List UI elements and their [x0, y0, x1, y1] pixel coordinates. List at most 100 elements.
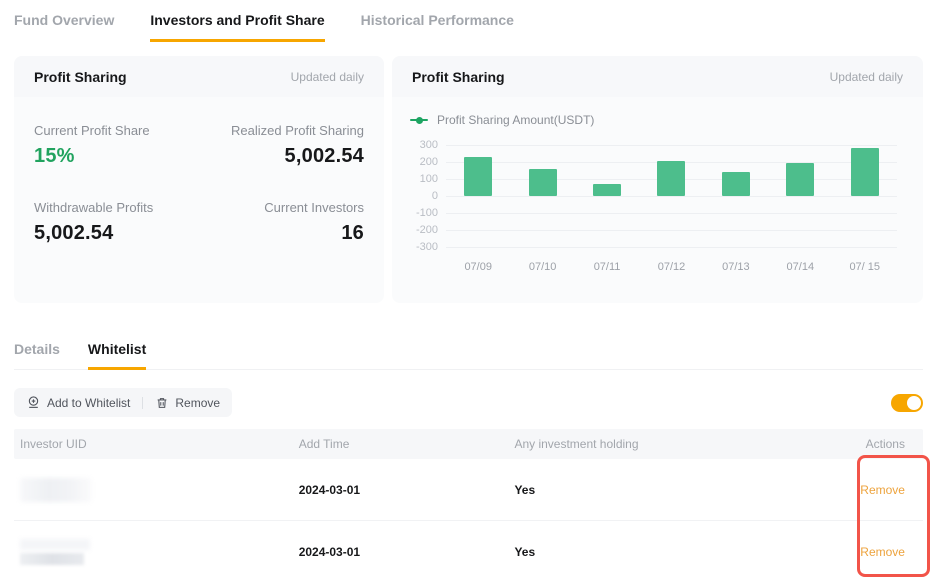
profit-sharing-chart-card: Profit Sharing Updated daily Profit Shar…: [392, 56, 923, 303]
chart-legend[interactable]: Profit Sharing Amount(USDT): [410, 113, 903, 127]
remove-link[interactable]: Remove: [860, 545, 905, 559]
stat-label: Realized Profit Sharing: [199, 123, 364, 138]
actions-cell: Remove: [820, 483, 919, 497]
profit-sharing-stats-card: Profit Sharing Updated daily Current Pro…: [14, 56, 384, 303]
y-axis-tick-label: -300: [416, 241, 438, 253]
stat-label: Current Investors: [199, 200, 364, 215]
tab-details[interactable]: Details: [14, 341, 60, 370]
gridline: [446, 230, 897, 231]
investor-uid-cell: [20, 478, 299, 502]
col-actions: Actions: [820, 437, 919, 451]
add-time-cell: 2024-03-01: [299, 545, 515, 559]
remove-link[interactable]: Remove: [860, 483, 905, 497]
chart-bar: [529, 169, 557, 196]
x-axis-tick-label: 07/11: [575, 261, 639, 273]
stat-label: Withdrawable Profits: [34, 200, 199, 215]
chart-x-axis: 07/0907/1007/1107/1207/1307/1407/ 15: [446, 261, 897, 273]
holding-cell: Yes: [514, 545, 820, 559]
y-axis-tick-label: -100: [416, 207, 438, 219]
stat-withdrawable-profits: Withdrawable Profits 5,002.54: [34, 200, 199, 245]
whitelist-toolbar: Add to Whitelist Remove: [14, 388, 232, 417]
chart-bar-slot: [510, 145, 574, 196]
legend-label: Profit Sharing Amount(USDT): [437, 113, 594, 127]
chart-bar: [657, 161, 685, 196]
x-axis-tick-label: 07/ 15: [833, 261, 897, 273]
remove-button-label: Remove: [175, 396, 220, 410]
stats-updated-daily-label: Updated daily: [291, 70, 364, 84]
masked-uid: [20, 478, 92, 502]
stats-grid: Current Profit Share 15% Realized Profit…: [14, 97, 384, 271]
stat-label: Current Profit Share: [34, 123, 199, 138]
tab-investors-and-profit-share[interactable]: Investors and Profit Share: [150, 12, 324, 42]
x-axis-tick-label: 07/10: [510, 261, 574, 273]
stats-card-title: Profit Sharing: [34, 69, 127, 85]
masked-uid: [20, 553, 84, 565]
holding-cell: Yes: [514, 483, 820, 497]
stat-value: 5,002.54: [199, 145, 364, 168]
trash-icon: [155, 396, 169, 410]
profit-sharing-cards-row: Profit Sharing Updated daily Current Pro…: [14, 56, 923, 303]
chart-bar: [464, 157, 492, 196]
chart-card-body: Profit Sharing Amount(USDT) 300 200 100 0 -1…: [392, 97, 923, 273]
x-axis-tick-label: 07/09: [446, 261, 510, 273]
add-to-whitelist-button[interactable]: Add to Whitelist: [26, 395, 130, 410]
chart-plot-area: 3002001000-100-200-300: [410, 145, 903, 247]
chart-bar-slot: [446, 145, 510, 196]
y-axis-tick-label: 200: [420, 156, 438, 168]
col-investor-uid: Investor UID: [20, 437, 299, 451]
stats-card-header: Profit Sharing Updated daily: [14, 56, 384, 97]
stat-current-profit-share: Current Profit Share 15%: [34, 123, 199, 168]
chart-bar-slot: [704, 145, 768, 196]
col-any-investment-holding: Any investment holding: [514, 437, 820, 451]
gridline: [446, 196, 897, 197]
chart-grid: [446, 145, 903, 247]
stat-value: 15%: [34, 145, 199, 168]
masked-uid: [20, 539, 90, 550]
whitelist-table: Investor UID Add Time Any investment hol…: [14, 429, 923, 579]
add-to-whitelist-label: Add to Whitelist: [47, 396, 130, 410]
chart-bar: [722, 172, 750, 196]
chart-bar-slot: [639, 145, 703, 196]
add-to-whitelist-icon: [26, 395, 41, 410]
profit-sharing-bar-chart: 3002001000-100-200-30007/0907/1007/1107/…: [410, 145, 903, 273]
toolbar-divider: [142, 397, 143, 409]
x-axis-tick-label: 07/14: [768, 261, 832, 273]
chart-bar: [851, 148, 879, 196]
chart-bars: [446, 145, 897, 196]
table-row: 2024-03-01 Yes Remove: [14, 521, 923, 579]
chart-y-axis: 3002001000-100-200-300: [410, 145, 446, 247]
toggle-knob: [907, 396, 921, 410]
tab-historical-performance[interactable]: Historical Performance: [361, 12, 514, 42]
tab-whitelist[interactable]: Whitelist: [88, 341, 146, 370]
stat-value: 5,002.54: [34, 222, 199, 245]
x-axis-tick-label: 07/13: [704, 261, 768, 273]
tab-fund-overview[interactable]: Fund Overview: [14, 12, 114, 42]
y-axis-tick-label: 100: [420, 173, 438, 185]
remove-button[interactable]: Remove: [155, 396, 220, 410]
investor-uid-cell: [20, 539, 299, 565]
chart-updated-daily-label: Updated daily: [830, 70, 903, 84]
stat-value: 16: [199, 222, 364, 245]
gridline: [446, 247, 897, 248]
y-axis-tick-label: -200: [416, 224, 438, 236]
chart-bar: [786, 163, 814, 196]
y-axis-tick-label: 0: [432, 190, 438, 202]
whitelist-sub-tabs: Details Whitelist: [14, 341, 923, 370]
chart-bar-slot: [575, 145, 639, 196]
x-axis-tick-label: 07/12: [639, 261, 703, 273]
chart-bar-slot: [768, 145, 832, 196]
stat-current-investors: Current Investors 16: [199, 200, 364, 245]
chart-bar: [593, 184, 621, 196]
main-tabs: Fund Overview Investors and Profit Share…: [0, 0, 937, 42]
stat-realized-profit-sharing: Realized Profit Sharing 5,002.54: [199, 123, 364, 168]
chart-card-title: Profit Sharing: [412, 69, 505, 85]
fund-management-page: Fund Overview Investors and Profit Share…: [0, 0, 937, 579]
chart-bar-slot: [833, 145, 897, 196]
table-row: 2024-03-01 Yes Remove: [14, 459, 923, 521]
y-axis-tick-label: 300: [420, 139, 438, 151]
chart-card-header: Profit Sharing Updated daily: [392, 56, 923, 97]
whitelist-toggle[interactable]: [891, 394, 923, 412]
table-header-row: Investor UID Add Time Any investment hol…: [14, 429, 923, 459]
add-time-cell: 2024-03-01: [299, 483, 515, 497]
whitelist-toolbar-row: Add to Whitelist Remove: [14, 388, 923, 417]
